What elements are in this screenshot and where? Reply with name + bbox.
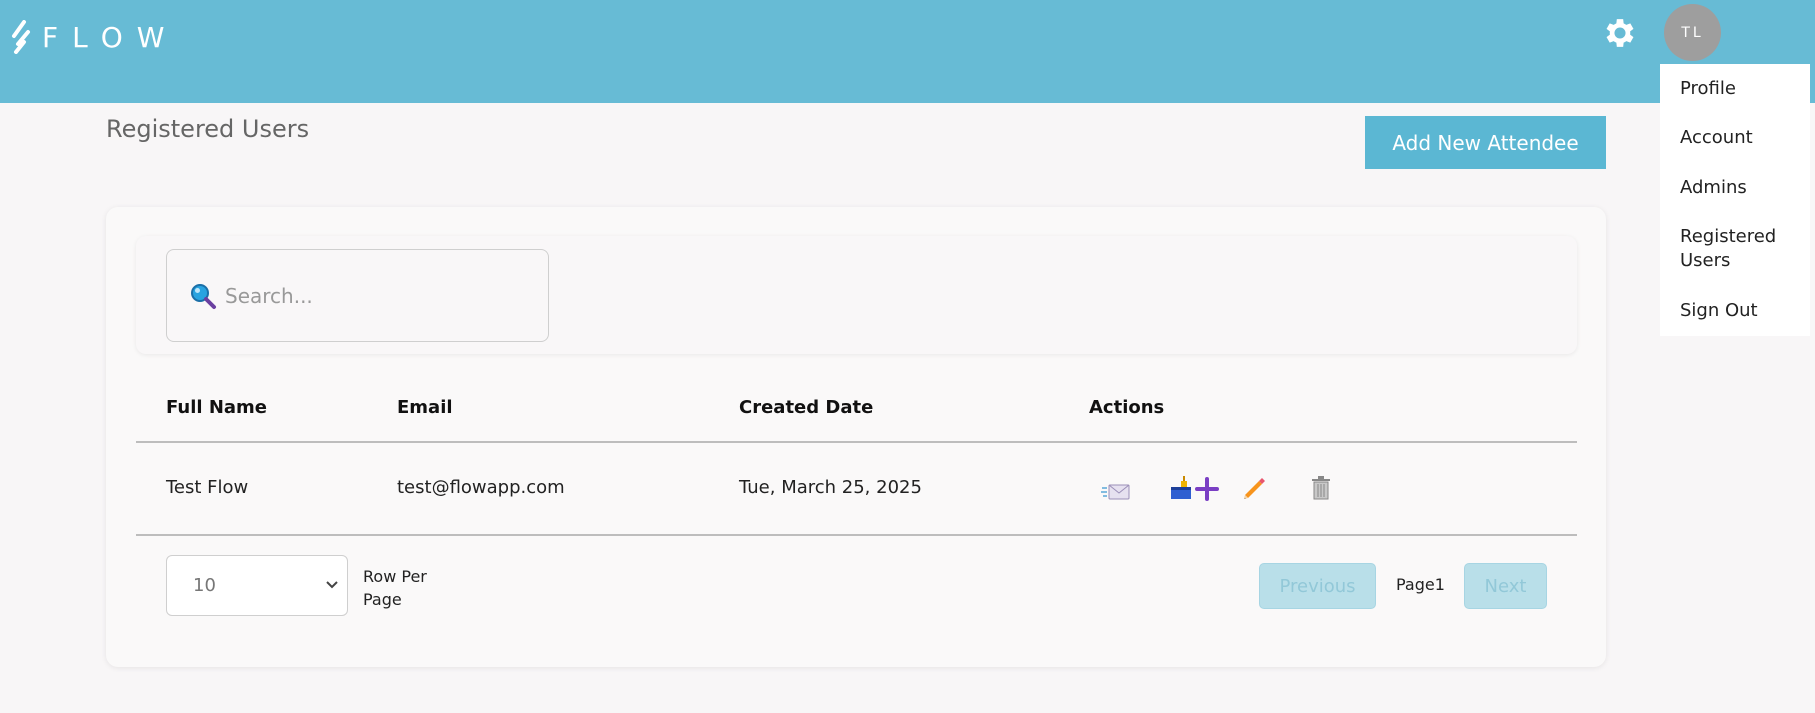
rows-per-page-label-line2: Page [363, 590, 402, 609]
rows-per-page-select[interactable]: 10 [166, 555, 348, 616]
column-header-created-date: Created Date [739, 397, 874, 418]
next-button[interactable]: Next [1464, 563, 1547, 609]
menu-item-registered-users[interactable]: Registered Users [1680, 225, 1776, 273]
search-input[interactable] [225, 276, 525, 316]
trash-icon[interactable] [1309, 475, 1333, 501]
flow-logo-icon [12, 20, 30, 54]
rows-per-page-label-line1: Row Per [363, 567, 427, 586]
avatar[interactable]: TL [1664, 4, 1721, 61]
attendee-plus-icon[interactable] [1169, 473, 1221, 503]
menu-item-sign-out[interactable]: Sign Out [1680, 299, 1758, 323]
menu-item-label-line2: Users [1680, 250, 1731, 271]
column-header-actions: Actions [1089, 397, 1165, 418]
previous-button[interactable]: Previous [1259, 563, 1376, 609]
rows-per-page-label: Row Per Page [363, 565, 427, 611]
menu-item-profile[interactable]: Profile [1680, 77, 1736, 101]
column-header-email: Email [397, 397, 453, 418]
search-panel [136, 236, 1577, 354]
menu-item-account[interactable]: Account [1680, 126, 1753, 150]
users-card: Full Name Email Created Date Actions Tes… [106, 207, 1606, 667]
cell-created-date: Tue, March 25, 2025 [739, 477, 922, 498]
rows-per-page-value: 10 [193, 575, 216, 596]
page-indicator: Page1 [1396, 575, 1445, 594]
pencil-icon[interactable] [1242, 475, 1268, 501]
menu-item-label-line1: Registered [1680, 226, 1777, 247]
cell-email: test@flowapp.com [397, 477, 565, 498]
menu-item-admins[interactable]: Admins [1680, 176, 1747, 200]
logo[interactable]: FLOW [10, 20, 178, 54]
cell-full-name: Test Flow [166, 477, 249, 498]
top-bar: FLOW TL [0, 0, 1815, 103]
logo-text: FLOW [42, 20, 179, 54]
row-divider [136, 534, 1577, 536]
column-header-full-name: Full Name [166, 397, 267, 418]
user-menu: Profile Account Admins Registered Users … [1660, 64, 1810, 336]
add-new-attendee-button[interactable]: Add New Attendee [1365, 116, 1606, 169]
chevron-down-icon [326, 581, 338, 589]
header-divider [136, 441, 1577, 443]
envelope-icon[interactable] [1101, 482, 1131, 502]
gear-icon[interactable] [1601, 14, 1639, 52]
search-icon [191, 284, 216, 309]
page-title: Registered Users [106, 115, 310, 143]
search-box[interactable] [166, 249, 549, 342]
